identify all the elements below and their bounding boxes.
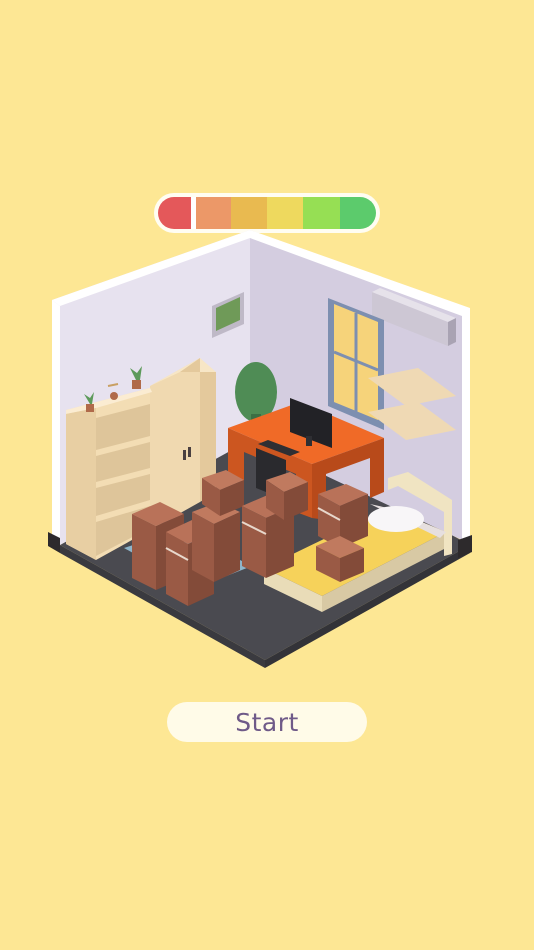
start-button[interactable]: Start — [167, 702, 367, 742]
isometric-room — [48, 230, 472, 668]
pillow — [368, 506, 424, 532]
